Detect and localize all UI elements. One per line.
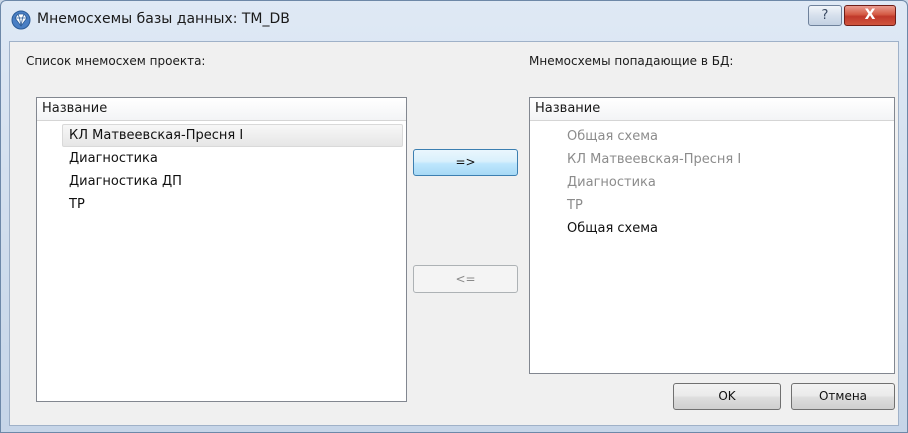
add-to-db-button[interactable]: => — [413, 149, 518, 176]
project-list-item[interactable]: Диагностика ДП — [37, 170, 406, 193]
remove-from-db-button[interactable]: <= — [413, 265, 518, 293]
cancel-button[interactable]: Отмена — [791, 383, 895, 410]
window-title: Мнемосхемы базы данных: TM_DB — [37, 11, 290, 27]
project-list-label: Список мнемосхем проекта: — [26, 54, 206, 68]
db-list-item[interactable]: Общая схема — [530, 125, 894, 148]
db-list-item[interactable]: ТР — [530, 194, 894, 217]
dialog-window: Мнемосхемы базы данных: TM_DB ? X Список… — [0, 0, 908, 433]
db-list-header-name[interactable]: Название — [530, 98, 894, 121]
db-list-item[interactable]: КЛ Матвеевская-Пресня I — [530, 148, 894, 171]
project-list-header-name[interactable]: Название — [37, 98, 406, 121]
help-button[interactable]: ? — [808, 5, 842, 26]
close-button[interactable]: X — [844, 5, 896, 26]
db-list-item[interactable]: Общая схема — [530, 217, 894, 240]
db-list-label: Мнемосхемы попадающие в БД: — [529, 54, 734, 68]
ok-button[interactable]: OK — [673, 383, 781, 410]
db-list-item[interactable]: Диагностика — [530, 171, 894, 194]
project-list-item[interactable]: ТР — [37, 193, 406, 216]
project-list-item[interactable]: КЛ Матвеевская-Пресня I — [62, 124, 403, 147]
db-schemes-list[interactable]: Название Общая схема КЛ Матвеевская-Прес… — [529, 97, 895, 374]
app-diamond-icon — [11, 10, 31, 30]
title-bar[interactable]: Мнемосхемы базы данных: TM_DB ? X — [1, 1, 907, 41]
project-list-item[interactable]: Диагностика — [37, 147, 406, 170]
project-schemes-list[interactable]: Название КЛ Матвеевская-Пресня I Диагнос… — [36, 97, 407, 402]
